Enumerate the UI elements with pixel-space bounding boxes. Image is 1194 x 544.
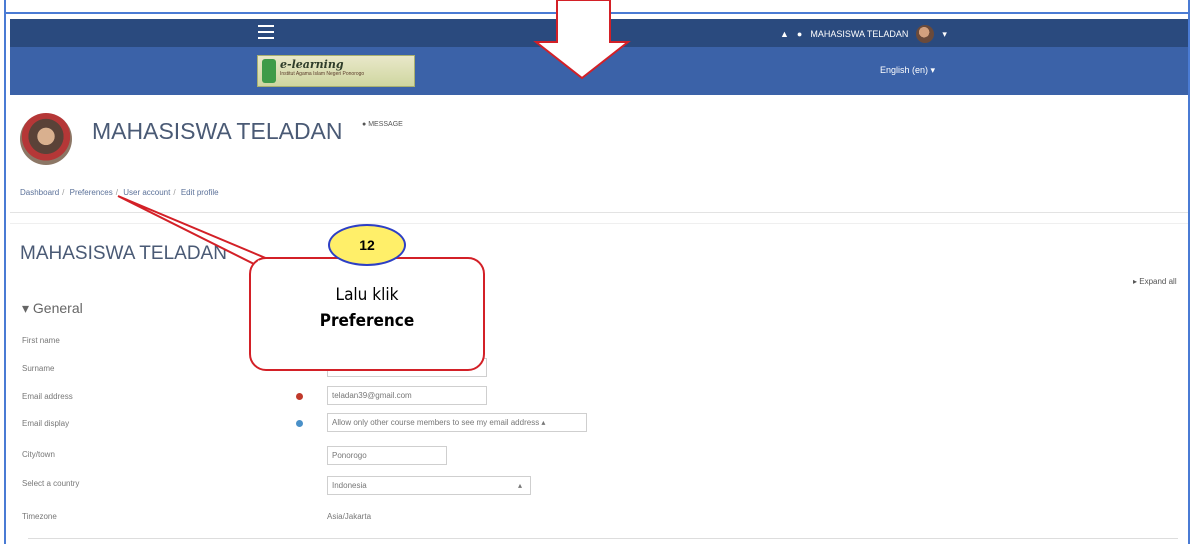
annotation-overlay [117, 0, 631, 371]
callout-pointer [117, 195, 278, 270]
step-number-badge: 12 [328, 224, 406, 266]
callout-line2: Preference [319, 311, 415, 331]
down-arrow-annotation [533, 0, 631, 80]
callout-line1: Lalu klik [335, 285, 399, 305]
callout-text: Lalu klik Preference [250, 285, 484, 331]
